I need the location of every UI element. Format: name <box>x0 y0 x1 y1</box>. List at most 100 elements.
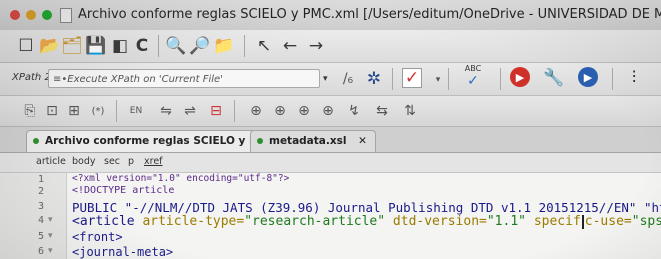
insert-row-below-icon[interactable]: ⊕ <box>270 100 290 122</box>
code-token: <article <box>72 214 143 229</box>
spell-check-icon[interactable]: ABC ✓ <box>460 63 486 89</box>
xpath-settings-icon[interactable]: /₆ <box>338 68 358 90</box>
toolbar-separator <box>244 35 245 57</box>
open-folder-icon[interactable]: 📂 <box>39 35 60 57</box>
language-icon[interactable]: EN <box>124 100 148 122</box>
breadcrumb-item[interactable]: article <box>36 156 66 167</box>
title-bar: Archivo conforme reglas SCIELO y PMC.xml… <box>0 0 661 31</box>
new-document-icon[interactable]: ☐ <box>16 35 36 57</box>
outline-icon[interactable]: ⫶ <box>624 67 644 89</box>
insert-row-above-icon[interactable]: ⊕ <box>246 100 266 122</box>
tab-label: metadata.xsl <box>269 135 347 147</box>
find-icon[interactable]: 🔍 <box>165 35 186 57</box>
validate-icon[interactable]: ✓ <box>402 68 422 88</box>
insert-column-right-icon[interactable]: ⊕ <box>318 100 338 122</box>
indent-icon[interactable]: ⇋ <box>156 100 176 122</box>
delete-cell-icon[interactable]: ⇅ <box>400 100 420 122</box>
toolbar-separator <box>392 68 393 90</box>
modified-indicator-icon <box>33 138 39 144</box>
code-token: <!DOCTYPE article <box>72 185 175 196</box>
code-line[interactable]: <?xml version="1.0" encoding="utf-8"?> <box>72 173 289 184</box>
find-files-icon[interactable]: 🔎 <box>189 35 210 57</box>
minimize-window-button[interactable] <box>26 10 36 20</box>
toolbar-separator <box>116 100 117 122</box>
code-token: "sps-1.9" <box>631 214 661 229</box>
zoom-window-button[interactable] <box>42 10 52 20</box>
code-token: "research-article" <box>244 214 393 229</box>
editor-tabs: Archivo conforme reglas SCIELO y PMC.xml… <box>0 127 661 153</box>
code-token: <front> <box>72 230 123 244</box>
file-status-icon <box>257 138 263 144</box>
toolbar-separator <box>158 35 159 57</box>
line-number: 2 <box>37 186 44 197</box>
text-cursor <box>581 214 584 229</box>
copy-icon[interactable]: ⎘ <box>20 100 40 122</box>
line-number: 6 <box>37 246 44 257</box>
breadcrumb-item[interactable]: sec <box>104 156 120 167</box>
wrench-icon[interactable]: 🔧 <box>543 67 564 89</box>
run-transform-icon[interactable]: ▶ <box>510 67 530 87</box>
split-cell-icon[interactable]: ↯ <box>344 100 364 122</box>
line-number: 1 <box>37 174 44 185</box>
code-token: c-use= <box>584 214 632 229</box>
toolbar-separator <box>234 100 235 122</box>
code-line[interactable]: <front> <box>72 230 123 244</box>
code-line[interactable]: <journal-meta> <box>72 245 173 259</box>
spell-check-label: ABC <box>464 63 482 73</box>
reload-icon[interactable]: C <box>132 35 152 57</box>
close-window-button[interactable] <box>10 10 20 20</box>
window-title: Archivo conforme reglas SCIELO y PMC.xml… <box>78 7 661 22</box>
forward-arrow-icon[interactable]: → <box>306 35 326 57</box>
chevron-down-icon[interactable]: ▾ <box>428 69 448 91</box>
code-editor[interactable]: 1 <?xml version="1.0" encoding="utf-8"?> 2… <box>0 173 661 259</box>
code-line[interactable]: <!DOCTYPE article <box>72 185 174 196</box>
editor-window: Archivo conforme reglas SCIELO y PMC.xml… <box>0 0 661 259</box>
line-number: 4 <box>37 215 44 226</box>
toolbar-separator <box>500 68 501 90</box>
gear-icon[interactable]: ✲ <box>364 68 384 90</box>
xpath-toolbar: XPath 2.0 ≡•Execute XPath on 'Current Fi… <box>0 63 661 96</box>
table-icon[interactable]: ⊞ <box>64 100 84 122</box>
revert-icon[interactable]: ◧ <box>110 35 130 57</box>
back-arrow-icon[interactable]: ← <box>280 35 300 57</box>
breadcrumb-item[interactable]: p <box>128 156 134 167</box>
line-number: 5 <box>37 231 44 242</box>
toolbar-separator <box>612 68 613 90</box>
code-token: <journal-meta> <box>72 245 174 259</box>
format-icon[interactable]: ⊡ <box>42 100 62 122</box>
code-token: specif <box>533 214 581 229</box>
formatting-toolbar: ⎘ ⊡ ⊞ (*) EN ⇋ ⇌ ⊟ ⊕ ⊕ ⊕ ⊕ ↯ ⇆ ⇅ <box>0 96 661 127</box>
code-token: dtd-version= <box>392 214 487 229</box>
join-cells-icon[interactable]: ⇆ <box>372 100 392 122</box>
code-token: PUBLIC "-//NLM//DTD JATS (Z39.96) Journa… <box>72 200 661 215</box>
save-icon[interactable]: 💾 <box>85 35 106 57</box>
breadcrumb-item[interactable]: body <box>72 156 96 167</box>
open-file-icon[interactable]: 📁 <box>213 35 234 57</box>
debug-transform-icon[interactable]: ▶ <box>578 67 598 87</box>
code-line[interactable]: <article article-type="research-article"… <box>72 214 661 229</box>
insert-column-left-icon[interactable]: ⊕ <box>294 100 314 122</box>
code-token: article-type= <box>142 214 245 229</box>
fold-toggle-icon[interactable]: ▾ <box>48 231 53 241</box>
open-url-icon[interactable]: 🗂 <box>61 35 83 57</box>
code-line[interactable]: PUBLIC "-//NLM//DTD JATS (Z39.96) Journa… <box>72 200 661 215</box>
pointer-icon[interactable]: ↖ <box>254 35 274 57</box>
fold-toggle-icon[interactable]: ▾ <box>48 246 53 256</box>
breadcrumb: article body sec p xref <box>0 153 661 173</box>
insert-table-icon[interactable]: ⊟ <box>206 100 226 122</box>
code-token: "1.1" <box>486 214 534 229</box>
outdent-icon[interactable]: ⇌ <box>180 100 200 122</box>
toolbar-separator <box>448 68 449 90</box>
xpath-input[interactable]: ≡•Execute XPath on 'Current File' <box>48 69 320 88</box>
document-proxy-icon[interactable] <box>60 8 72 23</box>
spell-check-mark: ✓ <box>467 72 479 89</box>
close-icon[interactable]: ✕ <box>358 135 367 147</box>
tab-metadata-xsl[interactable]: metadata.xsl ✕ <box>250 130 376 152</box>
comment-icon[interactable]: (*) <box>86 100 110 122</box>
chevron-down-icon[interactable]: ▾ <box>323 74 328 84</box>
breadcrumb-item[interactable]: xref <box>144 156 163 167</box>
code-token: <?xml version="1.0" encoding="utf-8"?> <box>72 173 290 184</box>
line-number: 3 <box>37 201 44 212</box>
fold-toggle-icon[interactable]: ▾ <box>48 215 53 225</box>
main-toolbar: ☐ 📂 🗂 💾 ◧ C 🔍 🔎 📁 ↖ ← → <box>0 30 661 63</box>
